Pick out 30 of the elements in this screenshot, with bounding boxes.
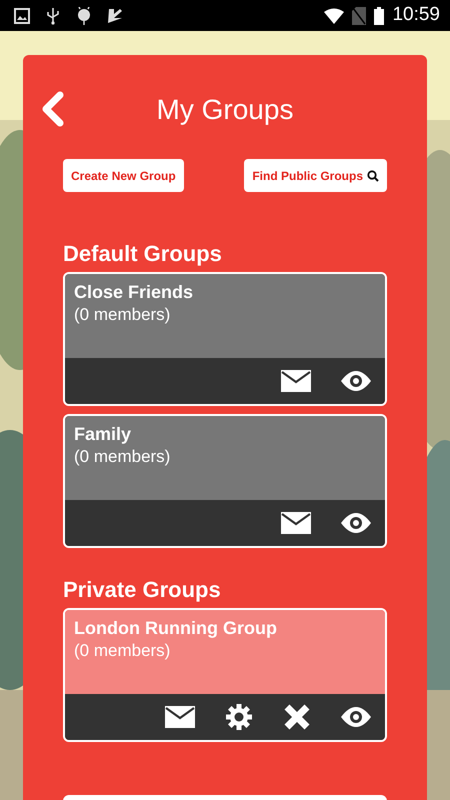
create-group-button[interactable]: Create New Group	[63, 159, 184, 192]
member-count: (0 members)	[74, 640, 172, 662]
clock-time: 10:59	[392, 3, 440, 28]
section-heading: Default Groups	[63, 242, 223, 266]
search-icon	[367, 170, 379, 182]
find-public-groups-button[interactable]: Find Public Groups	[244, 159, 387, 192]
section-heading: Private Groups	[63, 578, 222, 602]
mail-icon[interactable]	[165, 706, 195, 728]
settings-icon[interactable]	[225, 703, 253, 732]
eye-icon[interactable]	[341, 513, 371, 534]
usb-icon	[46, 6, 60, 24]
close-icon[interactable]	[283, 703, 311, 732]
no-sim-icon	[352, 6, 366, 24]
wifi-icon	[324, 8, 344, 24]
group-name: Family	[74, 424, 132, 446]
group-card[interactable]: London Running Group (0 members)	[63, 608, 387, 742]
group-name: Close Friends	[74, 282, 194, 304]
member-count: (0 members)	[74, 304, 172, 326]
group-card[interactable]: Close Friends (0 members)	[63, 272, 387, 406]
member-count: (0 members)	[74, 446, 172, 468]
eye-icon[interactable]	[341, 371, 371, 392]
group-card[interactable]: Family (0 members)	[63, 414, 387, 548]
mail-icon[interactable]	[281, 370, 311, 392]
mail-icon[interactable]	[281, 512, 311, 534]
robot-icon	[76, 6, 92, 24]
group-name: London Running Group	[74, 618, 278, 640]
battery-icon	[374, 6, 384, 24]
page-title: My Groups	[156, 93, 294, 127]
eye-icon[interactable]	[341, 707, 371, 728]
image-icon	[14, 8, 30, 24]
